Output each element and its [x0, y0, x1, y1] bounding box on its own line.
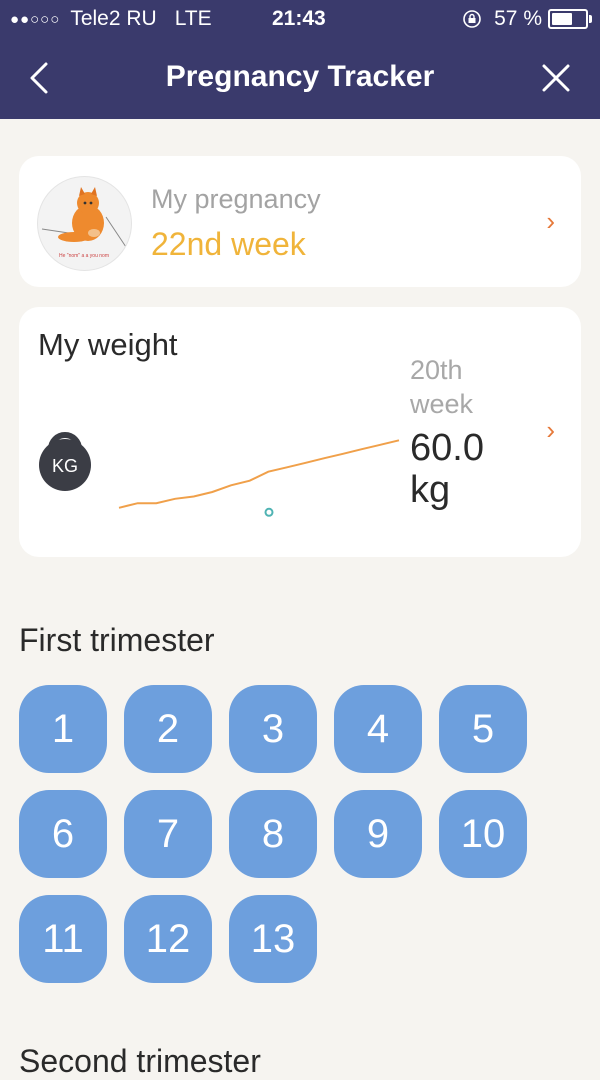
- week-button-9[interactable]: 9: [334, 790, 422, 878]
- carrier-name: Tele2 RU: [70, 7, 157, 30]
- avatar: He "nom" a a you nom: [37, 176, 132, 271]
- kettlebell-icon: KG: [39, 432, 91, 491]
- close-icon[interactable]: [538, 58, 574, 98]
- weight-chart: [118, 439, 400, 517]
- weight-week: 20th week: [410, 355, 474, 419]
- second-trimester-title: Second trimester: [19, 1043, 261, 1079]
- week-button-6[interactable]: 6: [19, 790, 107, 878]
- week-button-11[interactable]: 11: [19, 895, 107, 983]
- week-button-5[interactable]: 5: [439, 685, 527, 773]
- pregnancy-card[interactable]: He "nom" a a you nom My pregnancy 22nd w…: [19, 156, 581, 287]
- week-button-7[interactable]: 7: [124, 790, 212, 878]
- week-button-12[interactable]: 12: [124, 895, 212, 983]
- svg-text:KG: KG: [52, 456, 78, 476]
- weight-marker: [264, 507, 274, 517]
- week-button-4[interactable]: 4: [334, 685, 422, 773]
- cat-illustration-icon: He "nom" a a you nom: [41, 187, 127, 259]
- weight-card[interactable]: My weight KG 20th week 60.0 kg ›: [19, 307, 581, 557]
- signal-strength: ●●○○○: [10, 10, 61, 28]
- battery-icon: [548, 9, 592, 29]
- week-button-8[interactable]: 8: [229, 790, 317, 878]
- weight-trend-line: [118, 439, 400, 509]
- chevron-right-icon[interactable]: ›: [546, 206, 555, 237]
- weight-value: 60.0 kg: [410, 427, 484, 511]
- pregnancy-week: 22nd week: [151, 226, 306, 262]
- first-trimester-title: First trimester: [19, 622, 215, 658]
- week-button-2[interactable]: 2: [124, 685, 212, 773]
- weight-title: My weight: [38, 327, 178, 362]
- week-button-3[interactable]: 3: [229, 685, 317, 773]
- status-bar: ●●○○○ Tele2 RU LTE 21:43 57 %: [0, 0, 600, 38]
- battery-percentage: 57 %: [494, 7, 542, 30]
- page-title: Pregnancy Tracker: [165, 60, 435, 93]
- network-type: LTE: [174, 7, 212, 30]
- week-button-1[interactable]: 1: [19, 685, 107, 773]
- week-button-10[interactable]: 10: [439, 790, 527, 878]
- clock: 21:43: [272, 7, 326, 30]
- svg-text:He "nom" a a you nom: He "nom" a a you nom: [59, 253, 109, 259]
- pregnancy-label: My pregnancy: [151, 184, 321, 214]
- week-button-13[interactable]: 13: [229, 895, 317, 983]
- rotation-lock-icon: [463, 10, 481, 28]
- chevron-right-icon[interactable]: ›: [546, 415, 555, 446]
- navigation-bar: Pregnancy Tracker: [0, 38, 600, 119]
